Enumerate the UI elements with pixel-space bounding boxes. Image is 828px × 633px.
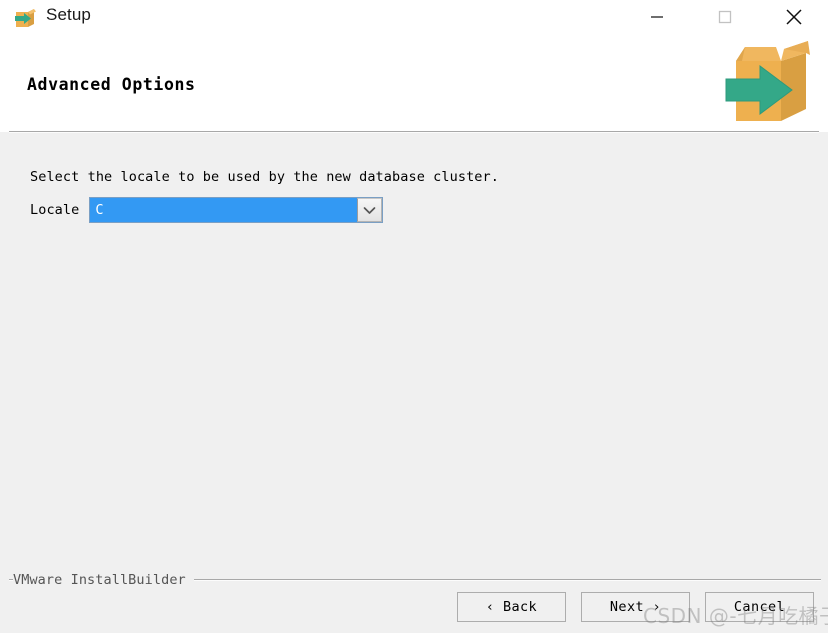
wizard-footer: VMware InstallBuilder ‹ Back Next › Canc… — [0, 566, 828, 633]
locale-row: Locale C — [30, 197, 384, 223]
cancel-button[interactable]: Cancel — [705, 592, 814, 622]
next-button[interactable]: Next › — [581, 592, 690, 622]
builder-brand-label: VMware InstallBuilder — [13, 572, 194, 588]
back-button[interactable]: ‹ Back — [457, 592, 566, 622]
locale-label: Locale — [30, 202, 80, 218]
title-bar: Setup — [0, 0, 828, 36]
minimize-button[interactable] — [634, 0, 680, 34]
window-title: Setup — [46, 5, 91, 24]
chevron-down-icon[interactable] — [357, 198, 383, 222]
installer-box-logo — [718, 39, 814, 133]
locale-combobox[interactable]: C — [89, 197, 384, 223]
wizard-body: Select the locale to be used by the new … — [0, 133, 828, 566]
wizard-header: Advanced Options — [0, 36, 828, 132]
instruction-text: Select the locale to be used by the new … — [30, 169, 499, 185]
page-title: Advanced Options — [27, 75, 196, 94]
installer-box-icon — [13, 6, 37, 29]
setup-wizard-window: Setup Advanced Options Select the locale… — [0, 0, 828, 633]
close-button[interactable] — [771, 0, 817, 34]
maximize-button[interactable] — [702, 0, 748, 34]
locale-value[interactable]: C — [90, 198, 358, 222]
